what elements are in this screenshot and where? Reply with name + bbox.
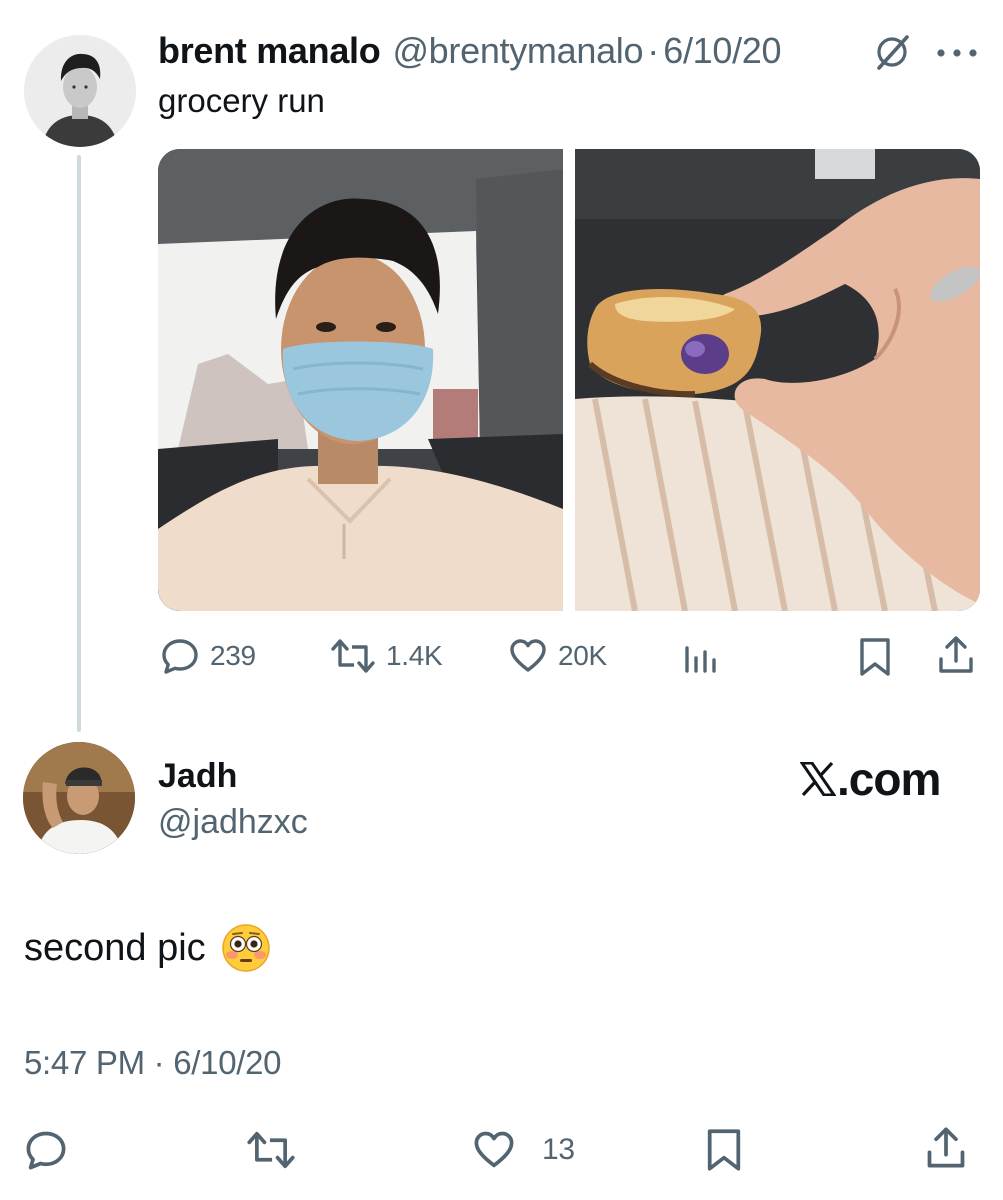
- share-icon: [927, 1127, 965, 1168]
- avatar-photo: [23, 742, 135, 854]
- tweet-media[interactable]: [158, 149, 980, 611]
- reply-text: second pic: [24, 926, 206, 969]
- tweet-header: brent manalo @brentymanalo · 6/10/20: [158, 28, 782, 74]
- like-count: 20K: [558, 640, 607, 671]
- photo-pastry[interactable]: [575, 149, 980, 611]
- avatar-photo: [24, 35, 136, 147]
- photo-selfie[interactable]: [158, 149, 563, 611]
- author-handle[interactable]: @jadhzxc: [158, 803, 308, 842]
- grok-icon[interactable]: [872, 32, 912, 72]
- repost-icon: [331, 639, 375, 673]
- like-button[interactable]: 20K: [508, 636, 607, 676]
- repost-button[interactable]: 1.4K: [330, 636, 443, 676]
- share-button[interactable]: [936, 634, 976, 676]
- reply-button[interactable]: [24, 1128, 68, 1172]
- share-button[interactable]: [924, 1124, 968, 1172]
- like-count: 13: [542, 1133, 575, 1166]
- author-name[interactable]: Jadh: [158, 757, 237, 796]
- x-logo-icon: [800, 762, 836, 796]
- like-button[interactable]: 13: [472, 1128, 575, 1172]
- analytics-icon: [685, 646, 716, 673]
- share-icon: [939, 636, 973, 673]
- bookmark-button[interactable]: [702, 1126, 746, 1174]
- tweet-text: second pic: [24, 922, 272, 974]
- reply-icon: [26, 1131, 66, 1170]
- author-handle[interactable]: @brentymanalo: [392, 30, 643, 72]
- views-button[interactable]: [683, 638, 719, 674]
- bookmark-button[interactable]: [855, 636, 895, 678]
- more-options-icon[interactable]: [936, 48, 978, 58]
- separator-dot: ·: [647, 30, 660, 71]
- tweet-text: grocery run: [158, 82, 325, 119]
- tweet-date[interactable]: 6/10/20: [663, 30, 781, 72]
- x-logo: .com: [800, 752, 941, 806]
- reply-icon: [162, 639, 198, 674]
- repost-button[interactable]: [246, 1128, 296, 1172]
- repost-icon: [247, 1131, 295, 1169]
- repost-count: 1.4K: [386, 640, 443, 671]
- heart-icon: [510, 639, 546, 672]
- bookmark-icon: [860, 638, 890, 676]
- bookmark-icon: [707, 1129, 741, 1171]
- x-logo-text: .com: [837, 753, 941, 805]
- thread-connector-line: [77, 155, 81, 732]
- reply-button[interactable]: 239: [160, 636, 256, 676]
- flushed-face-emoji-icon: [221, 924, 270, 972]
- reply-count: 239: [210, 640, 256, 671]
- author-name[interactable]: brent manalo: [158, 30, 381, 72]
- heart-icon: [474, 1131, 514, 1168]
- avatar[interactable]: [23, 742, 135, 854]
- avatar[interactable]: [24, 35, 136, 147]
- tweet-timestamp[interactable]: 5:47 PM · 6/10/20: [24, 1044, 282, 1082]
